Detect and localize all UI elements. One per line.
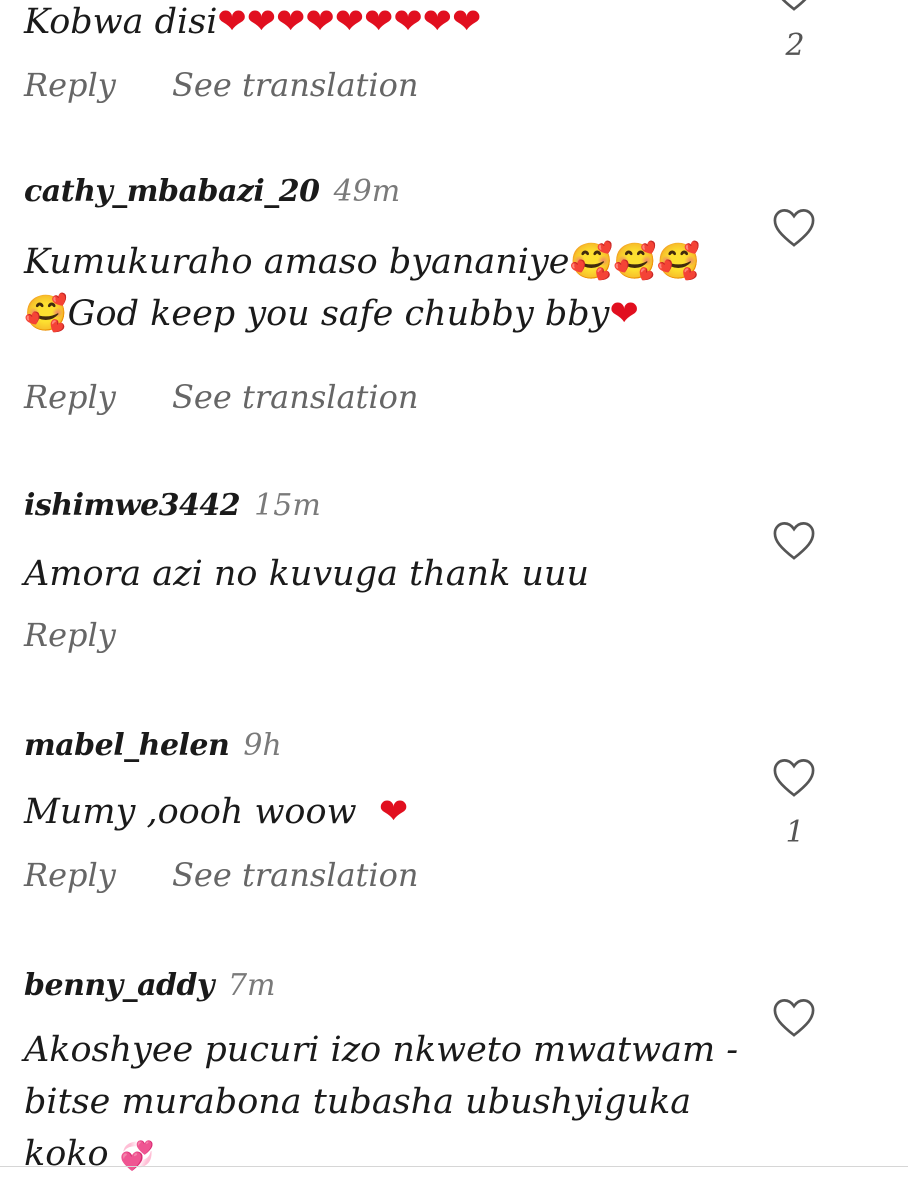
- comment-actions: Reply See translation: [24, 856, 465, 894]
- reply-button[interactable]: Reply: [24, 616, 116, 654]
- comment-username[interactable]: mabel_helen: [24, 728, 230, 763]
- comment-text: Mumy ,oooh woow ❤: [24, 792, 409, 832]
- smiling-hearts-emoji: 🥰🥰🥰: [569, 242, 701, 282]
- heart-outline-icon: [773, 759, 815, 797]
- like-count: 1: [785, 815, 805, 850]
- reply-button[interactable]: Reply: [24, 378, 116, 416]
- comment-item: mabel_helen 9h Mumy ,oooh woow ❤ Reply Se…: [24, 728, 908, 908]
- heart-emoji: ❤: [378, 792, 409, 832]
- see-translation-button[interactable]: See translation: [172, 378, 419, 416]
- divider: [0, 1166, 908, 1167]
- heart-outline-icon: [781, 0, 807, 11]
- comment-username[interactable]: benny_addy: [24, 968, 214, 1003]
- like-button[interactable]: [771, 756, 821, 800]
- comment-username[interactable]: ishimwe3442: [24, 488, 241, 523]
- see-translation-button[interactable]: See translation: [172, 856, 419, 894]
- comment-time: 49m: [333, 174, 401, 209]
- comment-time: 9h: [243, 728, 282, 763]
- see-translation-button[interactable]: See translation: [172, 66, 419, 104]
- heart-outline-icon: [773, 999, 815, 1037]
- reply-button[interactable]: Reply: [24, 856, 116, 894]
- comment-text: Kobwa disi❤❤❤❤❤❤❤❤❤: [24, 2, 482, 42]
- heart-emoji: ❤: [609, 294, 639, 334]
- comment-meta: mabel_helen 9h: [24, 728, 282, 763]
- comment-item: Kobwa disi❤❤❤❤❤❤❤❤❤ Reply See translatio…: [24, 0, 908, 120]
- reply-button[interactable]: Reply: [24, 66, 116, 104]
- comment-text: Kumukuraho amaso byananiye🥰🥰🥰 🥰God keep …: [24, 242, 701, 334]
- heart-outline-icon: [773, 522, 815, 560]
- smiling-hearts-emoji: 🥰: [24, 294, 68, 334]
- comment-actions: Reply See translation: [24, 378, 465, 416]
- comment-text: Akoshyee pucuri izo nkweto mwatwam - bit…: [24, 1030, 739, 1174]
- comment-meta: benny_addy 7m: [24, 968, 276, 1003]
- heart-outline-icon: [773, 209, 815, 247]
- comment-item: ishimwe3442 15m Amora azi no kuvuga thank…: [24, 488, 908, 668]
- comment-actions: Reply: [24, 616, 162, 654]
- comment-text: Amora azi no kuvuga thank uuu: [24, 554, 590, 594]
- revolving-hearts-emoji: 💞: [119, 1139, 155, 1172]
- comment-actions: Reply See translation: [24, 66, 465, 104]
- like-count: 2: [785, 28, 805, 63]
- comment-meta: ishimwe3442 15m: [24, 488, 321, 523]
- comment-time: 7m: [227, 968, 276, 1003]
- like-button[interactable]: [771, 0, 821, 14]
- like-button[interactable]: [771, 996, 821, 1040]
- comment-time: 15m: [254, 488, 321, 523]
- like-button[interactable]: [771, 206, 821, 250]
- heart-emoji: ❤❤❤❤❤❤❤❤❤: [217, 2, 482, 42]
- like-button[interactable]: [771, 519, 821, 563]
- comment-meta: cathy_mbabazi_20 49m: [24, 174, 400, 209]
- comment-username[interactable]: cathy_mbabazi_20: [24, 174, 320, 209]
